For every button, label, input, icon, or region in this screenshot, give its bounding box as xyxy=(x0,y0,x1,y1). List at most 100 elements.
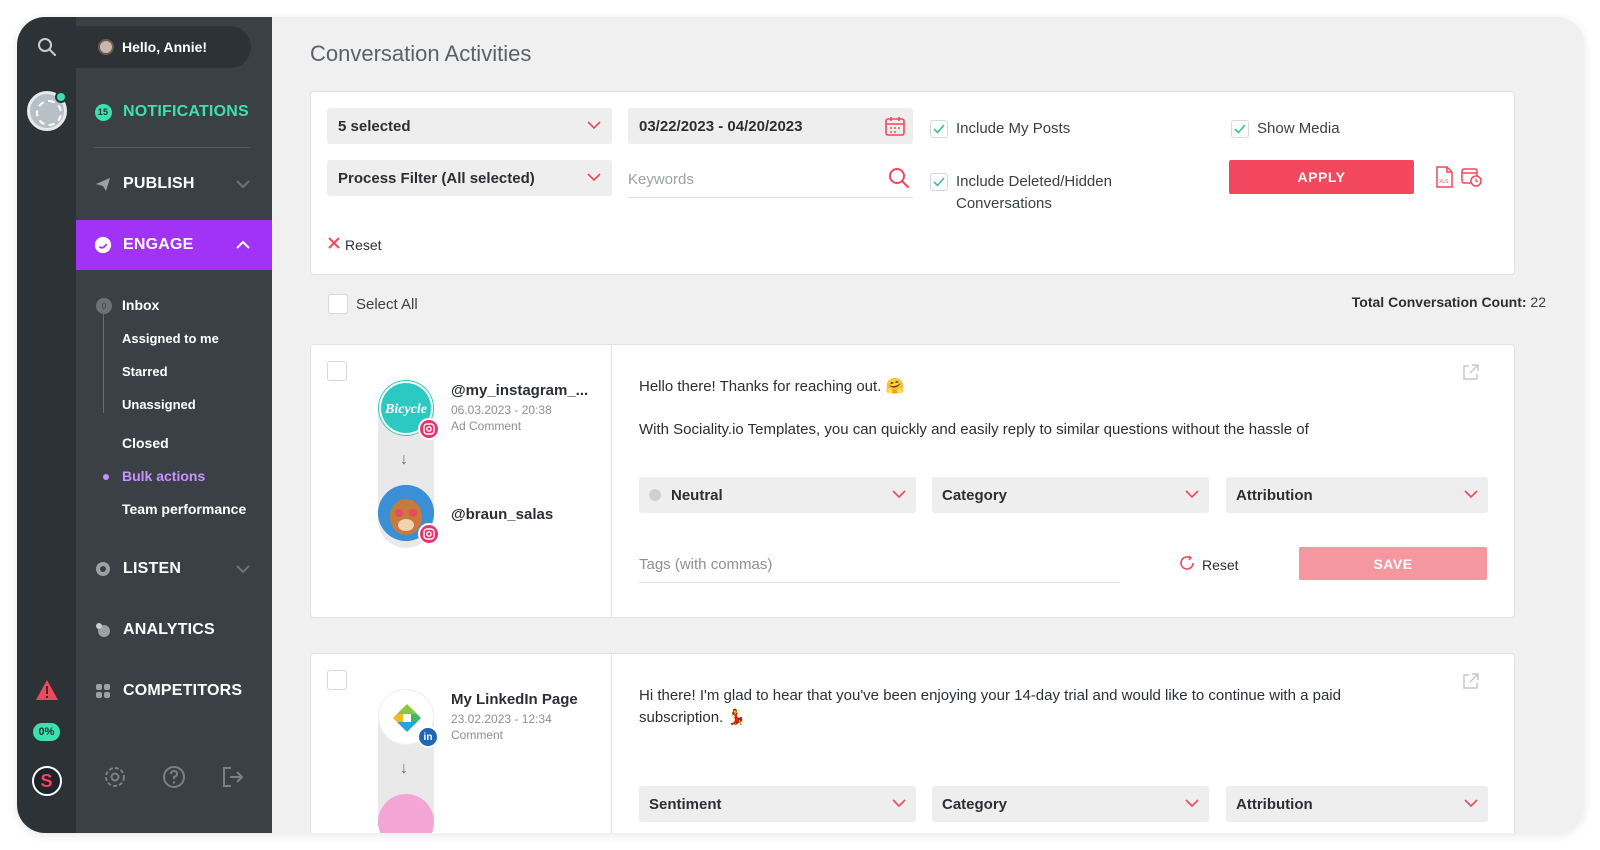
date-range-value: 03/22/2023 - 04/20/2023 xyxy=(639,117,803,135)
checkmark-icon xyxy=(930,120,948,138)
user-greeting[interactable]: Hello, Annie! xyxy=(76,26,251,68)
sentiment-dot xyxy=(649,489,661,501)
attribution-select[interactable]: Attribution xyxy=(1226,477,1488,513)
reset-conversation-label: Reset xyxy=(1202,556,1239,573)
nav-listen[interactable]: LISTEN xyxy=(76,556,272,582)
analytics-icon xyxy=(94,621,112,639)
conversation-checkbox[interactable] xyxy=(327,670,347,690)
chevron-down-icon xyxy=(586,169,602,189)
paper-plane-icon xyxy=(94,175,112,193)
account-avatar[interactable]: in xyxy=(378,689,439,748)
chevron-down-icon xyxy=(1463,795,1479,815)
sidebar-footer xyxy=(76,763,272,791)
reset-filters-button[interactable]: Reset xyxy=(327,236,382,253)
export-xls-icon[interactable]: XLS xyxy=(1435,166,1453,193)
search-icon[interactable] xyxy=(17,35,76,59)
nav-notifications[interactable]: 15 NOTIFICATIONS xyxy=(76,99,272,125)
export-icons: XLS xyxy=(1435,166,1483,193)
brand-logo[interactable]: S xyxy=(17,765,76,797)
tags-input[interactable]: Tags (with commas) xyxy=(639,547,1120,583)
show-media-label: Show Media xyxy=(1257,120,1340,137)
settings-icon[interactable] xyxy=(101,763,129,791)
show-media-checkbox[interactable]: Show Media xyxy=(1231,118,1340,140)
sentiment-value: Neutral xyxy=(671,486,723,504)
save-button[interactable]: SAVE xyxy=(1299,547,1487,580)
message-line: Hello there! Thanks for reaching out. 🤗 xyxy=(639,378,905,395)
process-filter-select[interactable]: Process Filter (All selected) xyxy=(327,160,612,196)
refresh-icon xyxy=(1179,555,1195,574)
reset-conversation-button[interactable]: Reset xyxy=(1179,555,1239,574)
sentiment-select[interactable]: Sentiment xyxy=(639,786,916,822)
include-deleted-label: Include Deleted/Hidden Conversations xyxy=(956,171,1112,215)
nav-analytics[interactable]: ANALYTICS xyxy=(76,617,272,643)
sidebar-item-unassigned[interactable]: Unassigned xyxy=(122,397,196,412)
external-link-icon[interactable] xyxy=(1462,363,1480,386)
nav-engage[interactable]: ENGAGE xyxy=(76,220,272,270)
category-value: Category xyxy=(942,795,1008,813)
search-icon[interactable] xyxy=(888,167,910,193)
include-deleted-checkbox[interactable]: Include Deleted/Hidden Conversations xyxy=(930,171,1112,215)
sub-nav-line xyxy=(103,309,104,413)
account-handle[interactable]: My LinkedIn Page xyxy=(451,691,578,708)
arrow-down-icon: ↓ xyxy=(400,760,408,777)
tags-placeholder: Tags (with commas) xyxy=(639,556,773,573)
chevron-down-icon xyxy=(236,175,250,193)
sidebar-item-assigned[interactable]: Assigned to me xyxy=(122,331,219,346)
sentiment-select[interactable]: Neutral xyxy=(639,477,916,513)
close-icon xyxy=(327,236,341,253)
account-handle[interactable]: @my_instagram_... xyxy=(451,382,588,399)
process-filter-value: Process Filter (All selected) xyxy=(338,169,535,187)
reply-handle[interactable]: @braun_salas xyxy=(451,506,553,523)
keywords-placeholder: Keywords xyxy=(628,171,694,188)
message-line: Hi there! I'm glad to hear that you've b… xyxy=(639,687,1341,704)
workspace-avatar[interactable] xyxy=(17,89,76,133)
user-avatar[interactable] xyxy=(378,485,440,545)
conversation-checkbox[interactable] xyxy=(327,361,347,381)
conversation-datetime: 23.02.2023 - 12:34 xyxy=(451,712,552,726)
include-deleted-label-line2: Conversations xyxy=(956,195,1052,212)
sidebar-item-inbox[interactable]: Inbox xyxy=(122,297,159,313)
message-line: subscription. 💃 xyxy=(639,709,747,726)
conversation-type: Ad Comment xyxy=(451,419,522,433)
apply-button[interactable]: APPLY xyxy=(1229,160,1414,194)
sidebar-item-team-performance[interactable]: Team performance xyxy=(122,501,246,517)
account-avatar[interactable]: Bicycle xyxy=(378,380,440,440)
conversation-card: in ↓ My LinkedIn Page 23.02.2023 - 12:34… xyxy=(310,653,1515,833)
category-select[interactable]: Category xyxy=(932,477,1209,513)
page-title: Conversation Activities xyxy=(310,41,532,66)
linkedin-icon: in xyxy=(417,726,439,748)
conversation-participants: Bicycle ↓ @my_instagram_... 06.03.2023 -… xyxy=(311,345,612,617)
sidebar-item-closed[interactable]: Closed xyxy=(122,435,169,451)
chevron-up-icon xyxy=(236,236,250,254)
schedule-report-icon[interactable] xyxy=(1461,166,1483,193)
app-window: 0% S Hello, Annie! 15 NOTIFICATIONS PUBL… xyxy=(17,17,1584,833)
filter-panel: 5 selected Process Filter (All selected)… xyxy=(310,91,1515,275)
external-link-icon[interactable] xyxy=(1462,672,1480,695)
chevron-down-icon xyxy=(586,117,602,137)
help-icon[interactable] xyxy=(160,763,188,791)
nav-competitors[interactable]: COMPETITORS xyxy=(76,678,272,704)
accounts-select[interactable]: 5 selected xyxy=(327,108,612,144)
date-range-input[interactable]: 03/22/2023 - 04/20/2023 xyxy=(628,108,913,144)
user-avatar xyxy=(98,39,114,55)
include-my-posts-checkbox[interactable]: Include My Posts xyxy=(930,118,1070,140)
logout-icon[interactable] xyxy=(219,763,247,791)
conversation-datetime: 06.03.2023 - 20:38 xyxy=(451,403,552,417)
select-all-label: Select All xyxy=(356,295,418,313)
sidebar-item-starred[interactable]: Starred xyxy=(122,364,168,379)
keywords-input[interactable]: Keywords xyxy=(628,162,913,198)
select-all-checkbox[interactable]: Select All xyxy=(328,294,418,314)
warning-icon[interactable] xyxy=(17,677,76,703)
attribution-select[interactable]: Attribution xyxy=(1226,786,1488,822)
calendar-icon[interactable] xyxy=(884,115,906,141)
total-count: Total Conversation Count: 22 xyxy=(1352,294,1546,310)
category-select[interactable]: Category xyxy=(932,786,1209,822)
sidebar-item-bulk-actions[interactable]: Bulk actions xyxy=(102,468,205,484)
svg-text:Bicycle: Bicycle xyxy=(384,402,427,417)
instagram-icon xyxy=(418,418,440,440)
nav-publish[interactable]: PUBLISH xyxy=(76,171,272,197)
sentiment-value: Sentiment xyxy=(649,795,722,813)
chevron-down-icon xyxy=(1184,795,1200,815)
include-deleted-label-line1: Include Deleted/Hidden xyxy=(956,173,1112,190)
chevron-down-icon xyxy=(891,486,907,506)
